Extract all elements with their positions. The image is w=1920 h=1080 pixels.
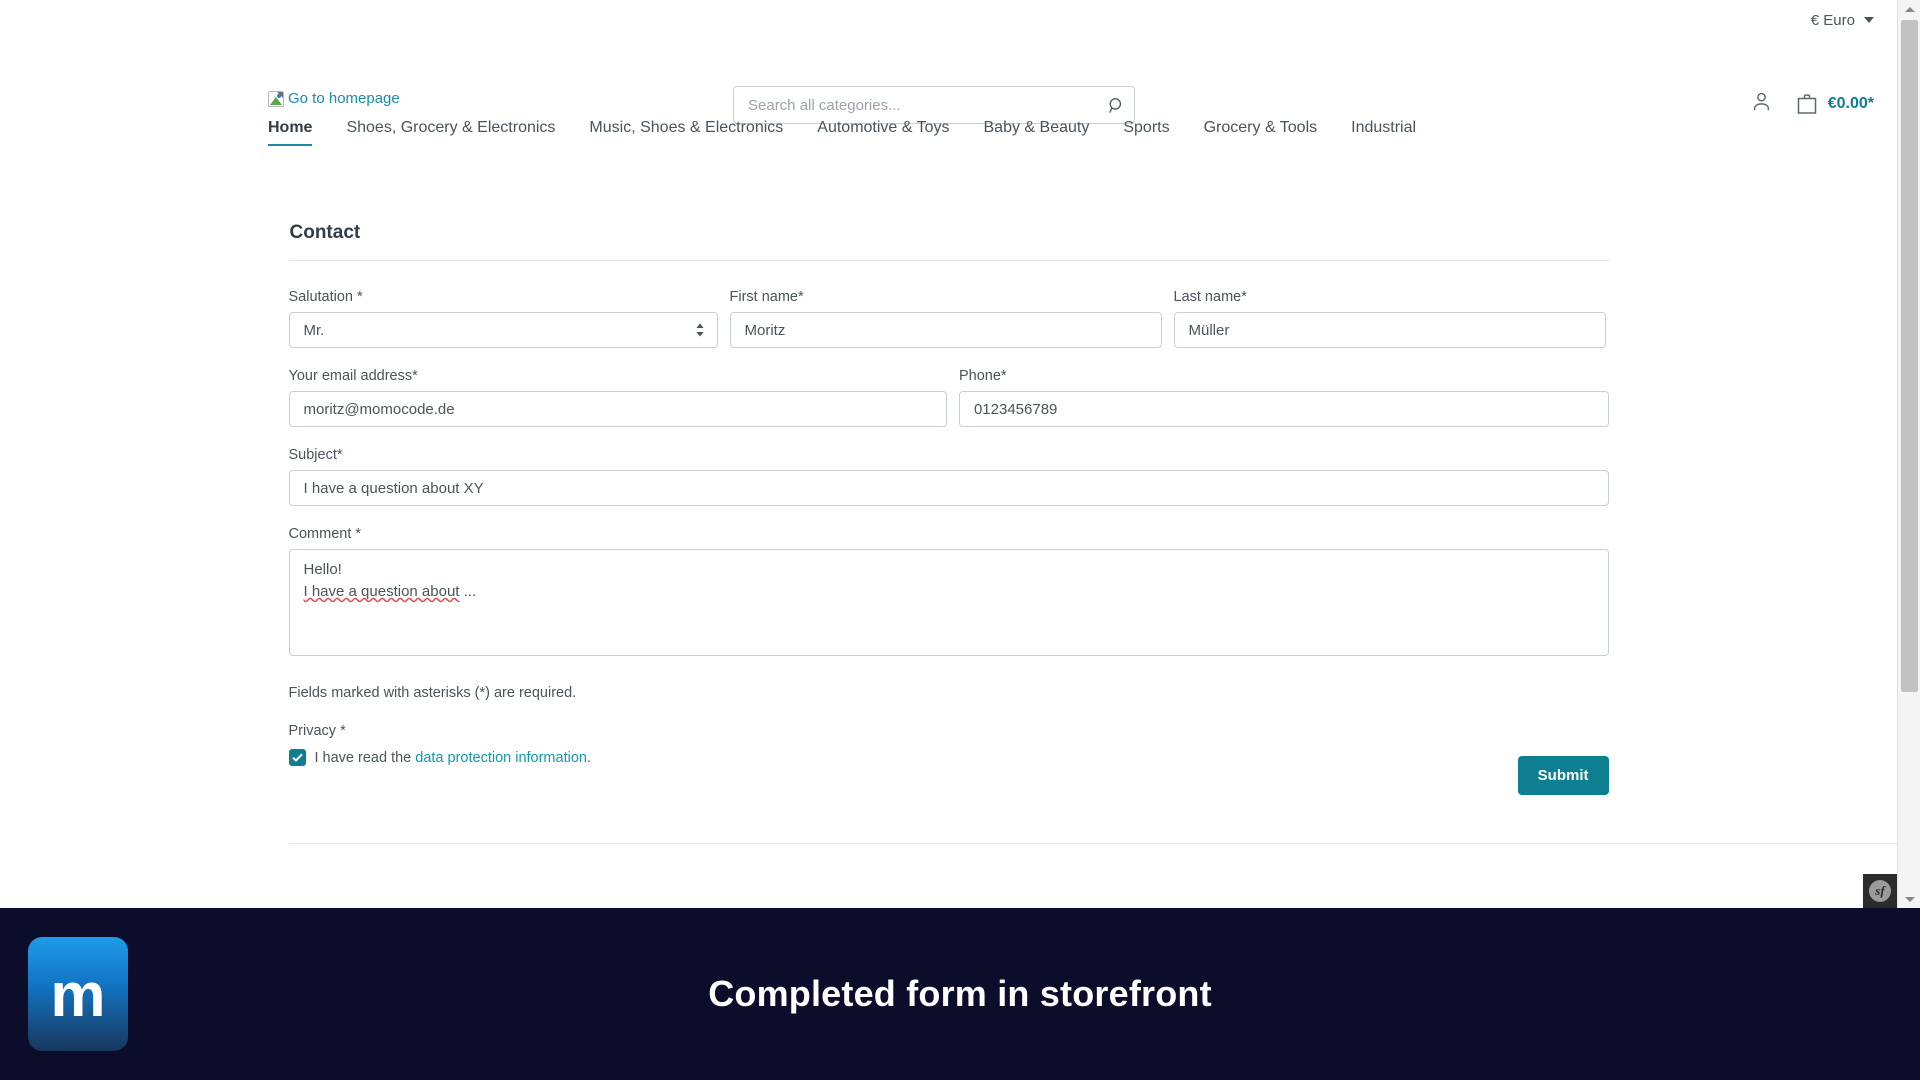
email-input[interactable]: [288, 391, 947, 427]
nav-item-music-shoes-electronics[interactable]: Music, Shoes & Electronics: [572, 119, 800, 146]
broken-image-icon: [268, 90, 284, 107]
page-scrollbar[interactable]: [1897, 0, 1920, 908]
nav-item-baby-beauty[interactable]: Baby & Beauty: [967, 119, 1107, 146]
site-header: Go to homepage Search all categories... …: [0, 40, 1897, 124]
form-row-comment: Comment * Hello! I have a question about…: [288, 526, 1609, 656]
phone-label: Phone*: [958, 368, 1007, 384]
chevron-down-icon: [1864, 17, 1874, 23]
privacy-label: Privacy *: [288, 723, 346, 739]
salutation-label: Salutation *: [288, 289, 363, 305]
first-name-label: First name*: [729, 289, 804, 305]
comment-field: Comment * Hello! I have a question about…: [288, 526, 1609, 656]
cart-link[interactable]: €0.00*: [1795, 92, 1874, 116]
privacy-consent-text: I have read the data protection informat…: [315, 750, 591, 766]
page-title: Contact: [289, 222, 361, 243]
title-divider: [288, 260, 1609, 261]
privacy-text-before: I have read the: [314, 749, 416, 766]
symfony-logo-icon: sf: [1869, 880, 1891, 902]
homepage-logo-link[interactable]: Go to homepage: [268, 90, 400, 107]
nav-item-sports[interactable]: Sports: [1106, 119, 1186, 146]
form-row-contact: Your email address* Phone*: [288, 368, 1609, 427]
chevron-down-icon: [1904, 896, 1915, 902]
comment-line-2: I have a question about ...: [304, 581, 1594, 603]
email-label: Your email address*: [288, 368, 418, 384]
privacy-text-after: .: [586, 749, 591, 766]
bottom-banner: m Completed form in storefront: [0, 908, 1920, 1080]
last-name-field: Last name*: [1173, 289, 1606, 348]
subject-field: Subject*: [288, 447, 1609, 506]
scrollbar-up-button[interactable]: [1898, 0, 1920, 18]
header-actions: €0.00*: [1750, 90, 1874, 118]
nav-item-home[interactable]: Home: [268, 119, 329, 146]
currency-label: € Euro: [1810, 11, 1855, 29]
phone-input[interactable]: [958, 391, 1609, 427]
comment-line-2-rest: ...: [459, 582, 477, 600]
scrollbar-thumb[interactable]: [1901, 20, 1918, 692]
contact-form: Contact Salutation * Mr. First name* Mor…: [288, 222, 1920, 844]
brand-logo: m: [28, 937, 128, 1051]
form-row-subject: Subject*: [288, 447, 1609, 506]
top-utility-bar: € Euro: [0, 0, 1897, 40]
subject-label: Subject*: [288, 447, 343, 463]
comment-textarea[interactable]: Hello! I have a question about ...: [288, 549, 1609, 656]
nav-item-grocery-tools[interactable]: Grocery & Tools: [1187, 119, 1335, 146]
phone-field: Phone*: [958, 368, 1609, 427]
logo-alt-text: Go to homepage: [288, 90, 400, 107]
account-link[interactable]: [1750, 90, 1773, 118]
nav-item-shoes-grocery-electronics[interactable]: Shoes, Grocery & Electronics: [329, 119, 572, 146]
first-name-field: First name*: [729, 289, 1162, 348]
form-row-name: Salutation * Mr. First name* Moritz Last…: [288, 289, 1609, 348]
salutation-select[interactable]: Mr.: [288, 312, 718, 348]
comment-misspelled-text: I have a question about: [303, 582, 460, 600]
chevron-up-icon: [1904, 6, 1915, 12]
comment-label: Comment *: [288, 526, 362, 542]
cart-amount: €0.00*: [1827, 95, 1874, 112]
currency-selector[interactable]: € Euro: [1811, 12, 1874, 29]
page-content: Contact Salutation * Mr. First name* Mor…: [0, 146, 1920, 844]
data-protection-link[interactable]: data protection information: [415, 750, 587, 766]
nav-item-automotive-toys[interactable]: Automotive & Toys: [800, 119, 966, 146]
subject-input[interactable]: [288, 470, 1609, 506]
salutation-field: Salutation * Mr.: [288, 289, 718, 348]
footer-divider: [288, 843, 1920, 844]
submit-button[interactable]: Submit: [1517, 756, 1609, 795]
search-submit-button[interactable]: [1099, 88, 1133, 122]
scrollbar-down-button[interactable]: [1898, 890, 1920, 908]
brand-logo-letter: m: [50, 961, 106, 1030]
browser-viewport: € Euro Go to homepage Search all categor…: [0, 0, 1920, 908]
required-fields-note: Fields marked with asterisks (*) are req…: [288, 685, 577, 701]
search-icon: [1108, 97, 1121, 113]
last-name-input[interactable]: [1173, 312, 1606, 348]
banner-title: Completed form in storefront: [708, 973, 1212, 1014]
first-name-input[interactable]: [729, 312, 1162, 348]
shopping-bag-icon: [1797, 94, 1816, 114]
comment-line-1: Hello!: [303, 561, 342, 578]
nav-item-industrial[interactable]: Industrial: [1334, 119, 1433, 146]
privacy-checkbox[interactable]: [288, 749, 306, 766]
checkmark-icon: [291, 753, 303, 762]
symfony-dev-toolbar[interactable]: sf: [1863, 874, 1897, 908]
email-field: Your email address*: [288, 368, 947, 427]
user-icon: [1753, 92, 1769, 111]
last-name-label: Last name*: [1173, 289, 1247, 305]
